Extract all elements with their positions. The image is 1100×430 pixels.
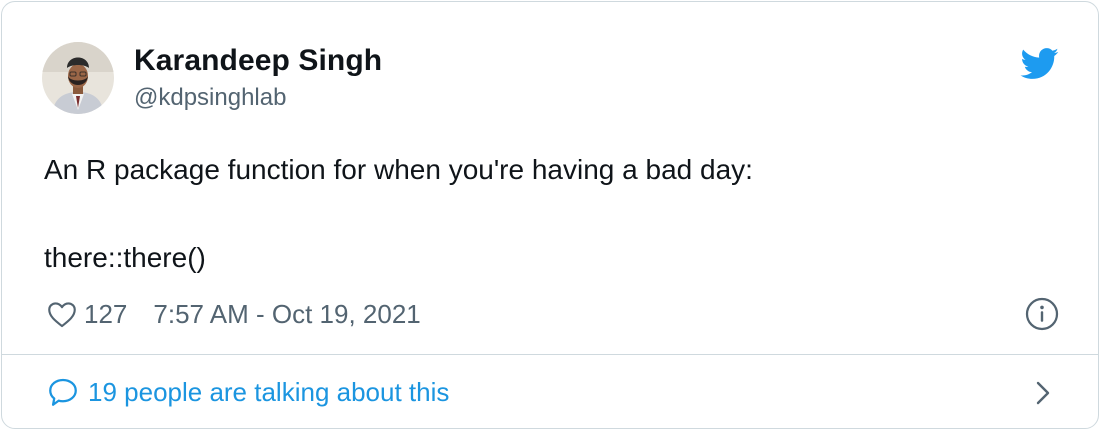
tweet-text-line-1: An R package function for when you're ha… (44, 154, 753, 185)
tweet-text-line-2: there::there() (44, 242, 206, 273)
like-count: 127 (84, 298, 128, 329)
author-handle[interactable]: @kdpsinghlab (134, 84, 286, 112)
like-button[interactable]: 127 (44, 297, 127, 331)
twitter-bird-icon[interactable] (1020, 48, 1060, 80)
tweet-card: Karandeep Singh @kdpsinghlab An R packag… (1, 1, 1099, 429)
tweet-timestamp[interactable]: 7:57 AM - Oct 19, 2021 (153, 299, 420, 330)
author-display-name[interactable]: Karandeep Singh (134, 44, 382, 78)
tweet-text: An R package function for when you're ha… (44, 148, 753, 280)
footer-divider (2, 354, 1098, 355)
speech-bubble-icon (49, 378, 77, 406)
heart-icon (48, 302, 76, 328)
tweet-stats-row: 127 7:57 AM - Oct 19, 2021 (44, 294, 421, 334)
conversation-link[interactable]: 19 people are talking about this (46, 372, 449, 412)
info-icon[interactable] (1024, 296, 1060, 332)
chevron-right-icon[interactable] (1032, 378, 1054, 408)
avatar[interactable] (42, 42, 114, 114)
talking-about-text: 19 people are talking about this (88, 376, 450, 407)
